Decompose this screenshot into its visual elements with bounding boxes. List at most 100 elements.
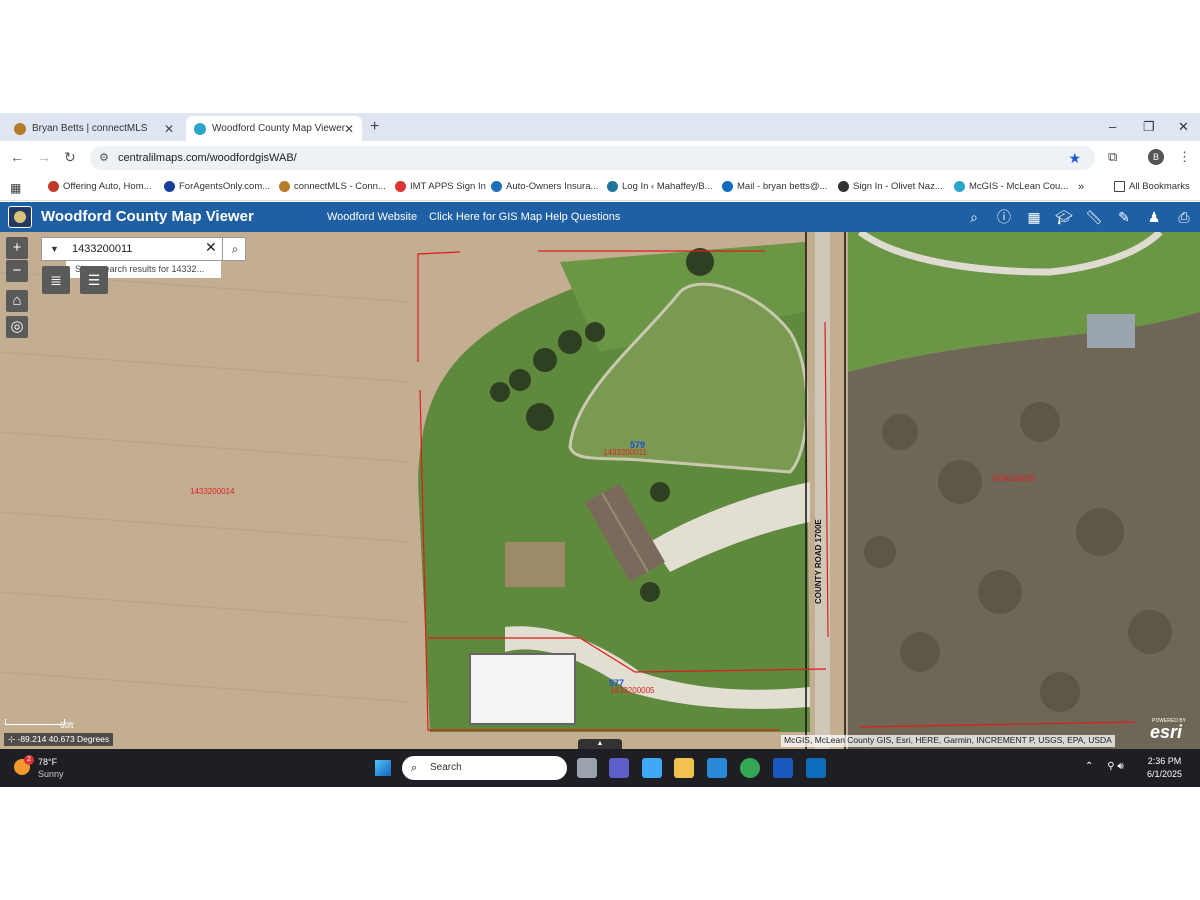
address-label: 577	[609, 678, 625, 688]
reload-icon[interactable]: ↻	[64, 149, 76, 166]
bookmark-label: Mail - bryan betts@...	[737, 181, 828, 192]
url-text: centralilmaps.com/woodfordgisWAB/	[118, 152, 297, 164]
clock[interactable]: 2:36 PM 6/1/2025	[1147, 755, 1182, 781]
url-field[interactable]: ⚙ centralilmaps.com/woodfordgisWAB/ ★	[90, 146, 1095, 170]
windows-start-icon[interactable]	[375, 760, 391, 776]
barn-roof	[469, 653, 576, 725]
parcel-search-box: ▼ ✕ ⌕	[41, 237, 246, 261]
bookmark-label: Offering Auto, Hom...	[63, 181, 152, 192]
scale-bar	[5, 719, 65, 725]
map-view[interactable]: 1433200014 1433200011 1434100005 1433200…	[0, 232, 1200, 749]
bookmark-connectmls[interactable]: connectMLS - Conn...	[279, 181, 386, 192]
bookmark-label: Sign In - Olivet Naz...	[853, 181, 943, 192]
info-icon[interactable]: ⓘ	[994, 208, 1014, 226]
folder-icon	[1114, 181, 1125, 192]
print-icon[interactable]: ⎙	[1174, 208, 1194, 226]
parcel-label[interactable]: 1434100005	[991, 474, 1036, 483]
zoom-in-button[interactable]: +	[6, 237, 28, 259]
address-bar-row: ← → ↻ ⚙ centralilmaps.com/woodfordgisWAB…	[0, 141, 1200, 175]
new-tab-button[interactable]: +	[370, 118, 379, 136]
site-settings-icon[interactable]: ⚙	[99, 146, 109, 170]
tab-connectmls[interactable]: Bryan Betts | connectMLS ✕	[6, 116, 182, 141]
bookmark-wordpress-login[interactable]: Log In ‹ Mahaffey/B...	[607, 181, 713, 192]
bookmark-favicon-icon	[838, 181, 849, 192]
legend-icon[interactable]: ☰	[80, 266, 108, 294]
taskbar-search[interactable]: ⌕ Search	[402, 756, 567, 780]
bookmark-mcgis[interactable]: McGIS - McLean Cou...	[954, 181, 1068, 192]
more-bookmarks-button[interactable]: »	[1078, 181, 1084, 193]
word-icon[interactable]	[773, 758, 793, 778]
close-tab-icon[interactable]: ✕	[344, 122, 354, 136]
search-source-dropdown[interactable]: ▼	[42, 238, 67, 260]
temperature: 78°F	[38, 757, 58, 767]
east-house-roof	[1087, 314, 1135, 348]
tab-bar: Bryan Betts | connectMLS ✕ Woodford Coun…	[0, 113, 1200, 141]
clear-search-icon[interactable]: ✕	[205, 239, 217, 256]
bookmark-label: Auto-Owners Insura...	[506, 181, 599, 192]
bottom-panel-toggle[interactable]: ▲	[578, 739, 622, 749]
bookmark-label: McGIS - McLean Cou...	[969, 181, 1069, 192]
measure-icon[interactable]: 📏︎	[1084, 208, 1104, 226]
taskbar-search-label: Search	[430, 762, 462, 773]
woodford-website-link[interactable]: Woodford Website	[327, 211, 417, 223]
learn-icon[interactable]: 🎓︎	[1054, 208, 1074, 226]
bookmark-offering-auto[interactable]: Offering Auto, Hom...	[48, 181, 152, 192]
bookmark-favicon-icon	[279, 181, 290, 192]
bookmark-imt-apps[interactable]: IMT APPS Sign In	[395, 181, 486, 192]
store-icon[interactable]	[707, 758, 727, 778]
all-bookmarks-button[interactable]: All Bookmarks	[1114, 181, 1190, 192]
streetview-icon[interactable]: ♟	[1144, 208, 1164, 226]
tab-woodford-map-viewer[interactable]: Woodford County Map Viewer ✕	[186, 116, 362, 141]
esri-logo: esri	[1150, 722, 1183, 742]
file-explorer-icon[interactable]	[674, 758, 694, 778]
outlook-icon[interactable]	[806, 758, 826, 778]
chrome-icon[interactable]	[740, 758, 760, 778]
tab-label: Bryan Betts | connectMLS	[32, 123, 148, 134]
task-view-icon[interactable]	[577, 758, 597, 778]
woods	[848, 312, 1200, 749]
close-window-button[interactable]: ✕	[1178, 119, 1189, 135]
bookmark-favicon-icon	[48, 181, 59, 192]
app-title: Woodford County Map Viewer	[41, 208, 254, 225]
zoom-out-button[interactable]: −	[6, 260, 28, 282]
bookmark-mail[interactable]: Mail - bryan betts@...	[722, 181, 827, 192]
bookmark-favicon-icon	[164, 181, 175, 192]
bookmark-favicon-icon	[954, 181, 965, 192]
profile-avatar[interactable]: B	[1148, 149, 1164, 165]
draw-icon[interactable]: ✎	[1114, 208, 1134, 226]
maximize-button[interactable]: ❐	[1143, 119, 1155, 135]
locate-icon[interactable]: ◎	[6, 316, 28, 338]
bookmark-foragentsonly[interactable]: ForAgentsOnly.com...	[164, 181, 270, 192]
search-input[interactable]	[72, 240, 202, 258]
gis-favicon-icon	[194, 122, 206, 135]
date: 6/1/2025	[1147, 769, 1183, 779]
teams-icon[interactable]	[609, 758, 629, 778]
layers-icon[interactable]: ≣	[42, 266, 70, 294]
home-icon[interactable]: ⌂	[6, 290, 28, 312]
notification-badge: 2	[24, 755, 34, 765]
bookmark-auto-owners[interactable]: Auto-Owners Insura...	[491, 181, 598, 192]
road-label: COUNTY ROAD 1700E	[814, 519, 823, 604]
back-arrow-icon[interactable]: ←	[10, 149, 24, 165]
search-icon[interactable]: ⌕	[222, 237, 247, 261]
basemap-gallery-icon[interactable]: ▦	[1024, 208, 1044, 226]
windows-taskbar: 2 78°F Sunny ⌕ Search ⌃ ⚲ 🔊︎ 2:36 PM 6/1…	[0, 749, 1200, 787]
close-tab-icon[interactable]: ✕	[164, 122, 174, 136]
search-icon[interactable]: ⌕	[964, 208, 984, 226]
extensions-icon[interactable]: ⧉	[1108, 149, 1117, 165]
chrome-menu-icon[interactable]: ⋮	[1178, 149, 1191, 165]
apps-grid-icon[interactable]: ▦	[10, 181, 21, 195]
copilot-icon[interactable]	[642, 758, 662, 778]
system-tray[interactable]: ⌃ ⚲ 🔊︎	[1085, 761, 1124, 772]
bookmark-favicon-icon	[722, 181, 733, 192]
bookmark-star-icon[interactable]: ★	[1068, 146, 1081, 170]
gis-help-link[interactable]: Click Here for GIS Map Help Questions	[429, 211, 620, 223]
forward-arrow-icon[interactable]: →	[37, 149, 51, 165]
minimize-button[interactable]: –	[1109, 119, 1116, 134]
bookmark-favicon-icon	[607, 181, 618, 192]
parcel-label[interactable]: 1433200014	[190, 487, 235, 496]
bookmark-favicon-icon	[395, 181, 406, 192]
bookmark-olivet[interactable]: Sign In - Olivet Naz...	[838, 181, 943, 192]
time: 2:36 PM	[1147, 756, 1182, 766]
coordinate-readout: ⊹ -89.214 40.673 Degrees	[4, 733, 114, 746]
